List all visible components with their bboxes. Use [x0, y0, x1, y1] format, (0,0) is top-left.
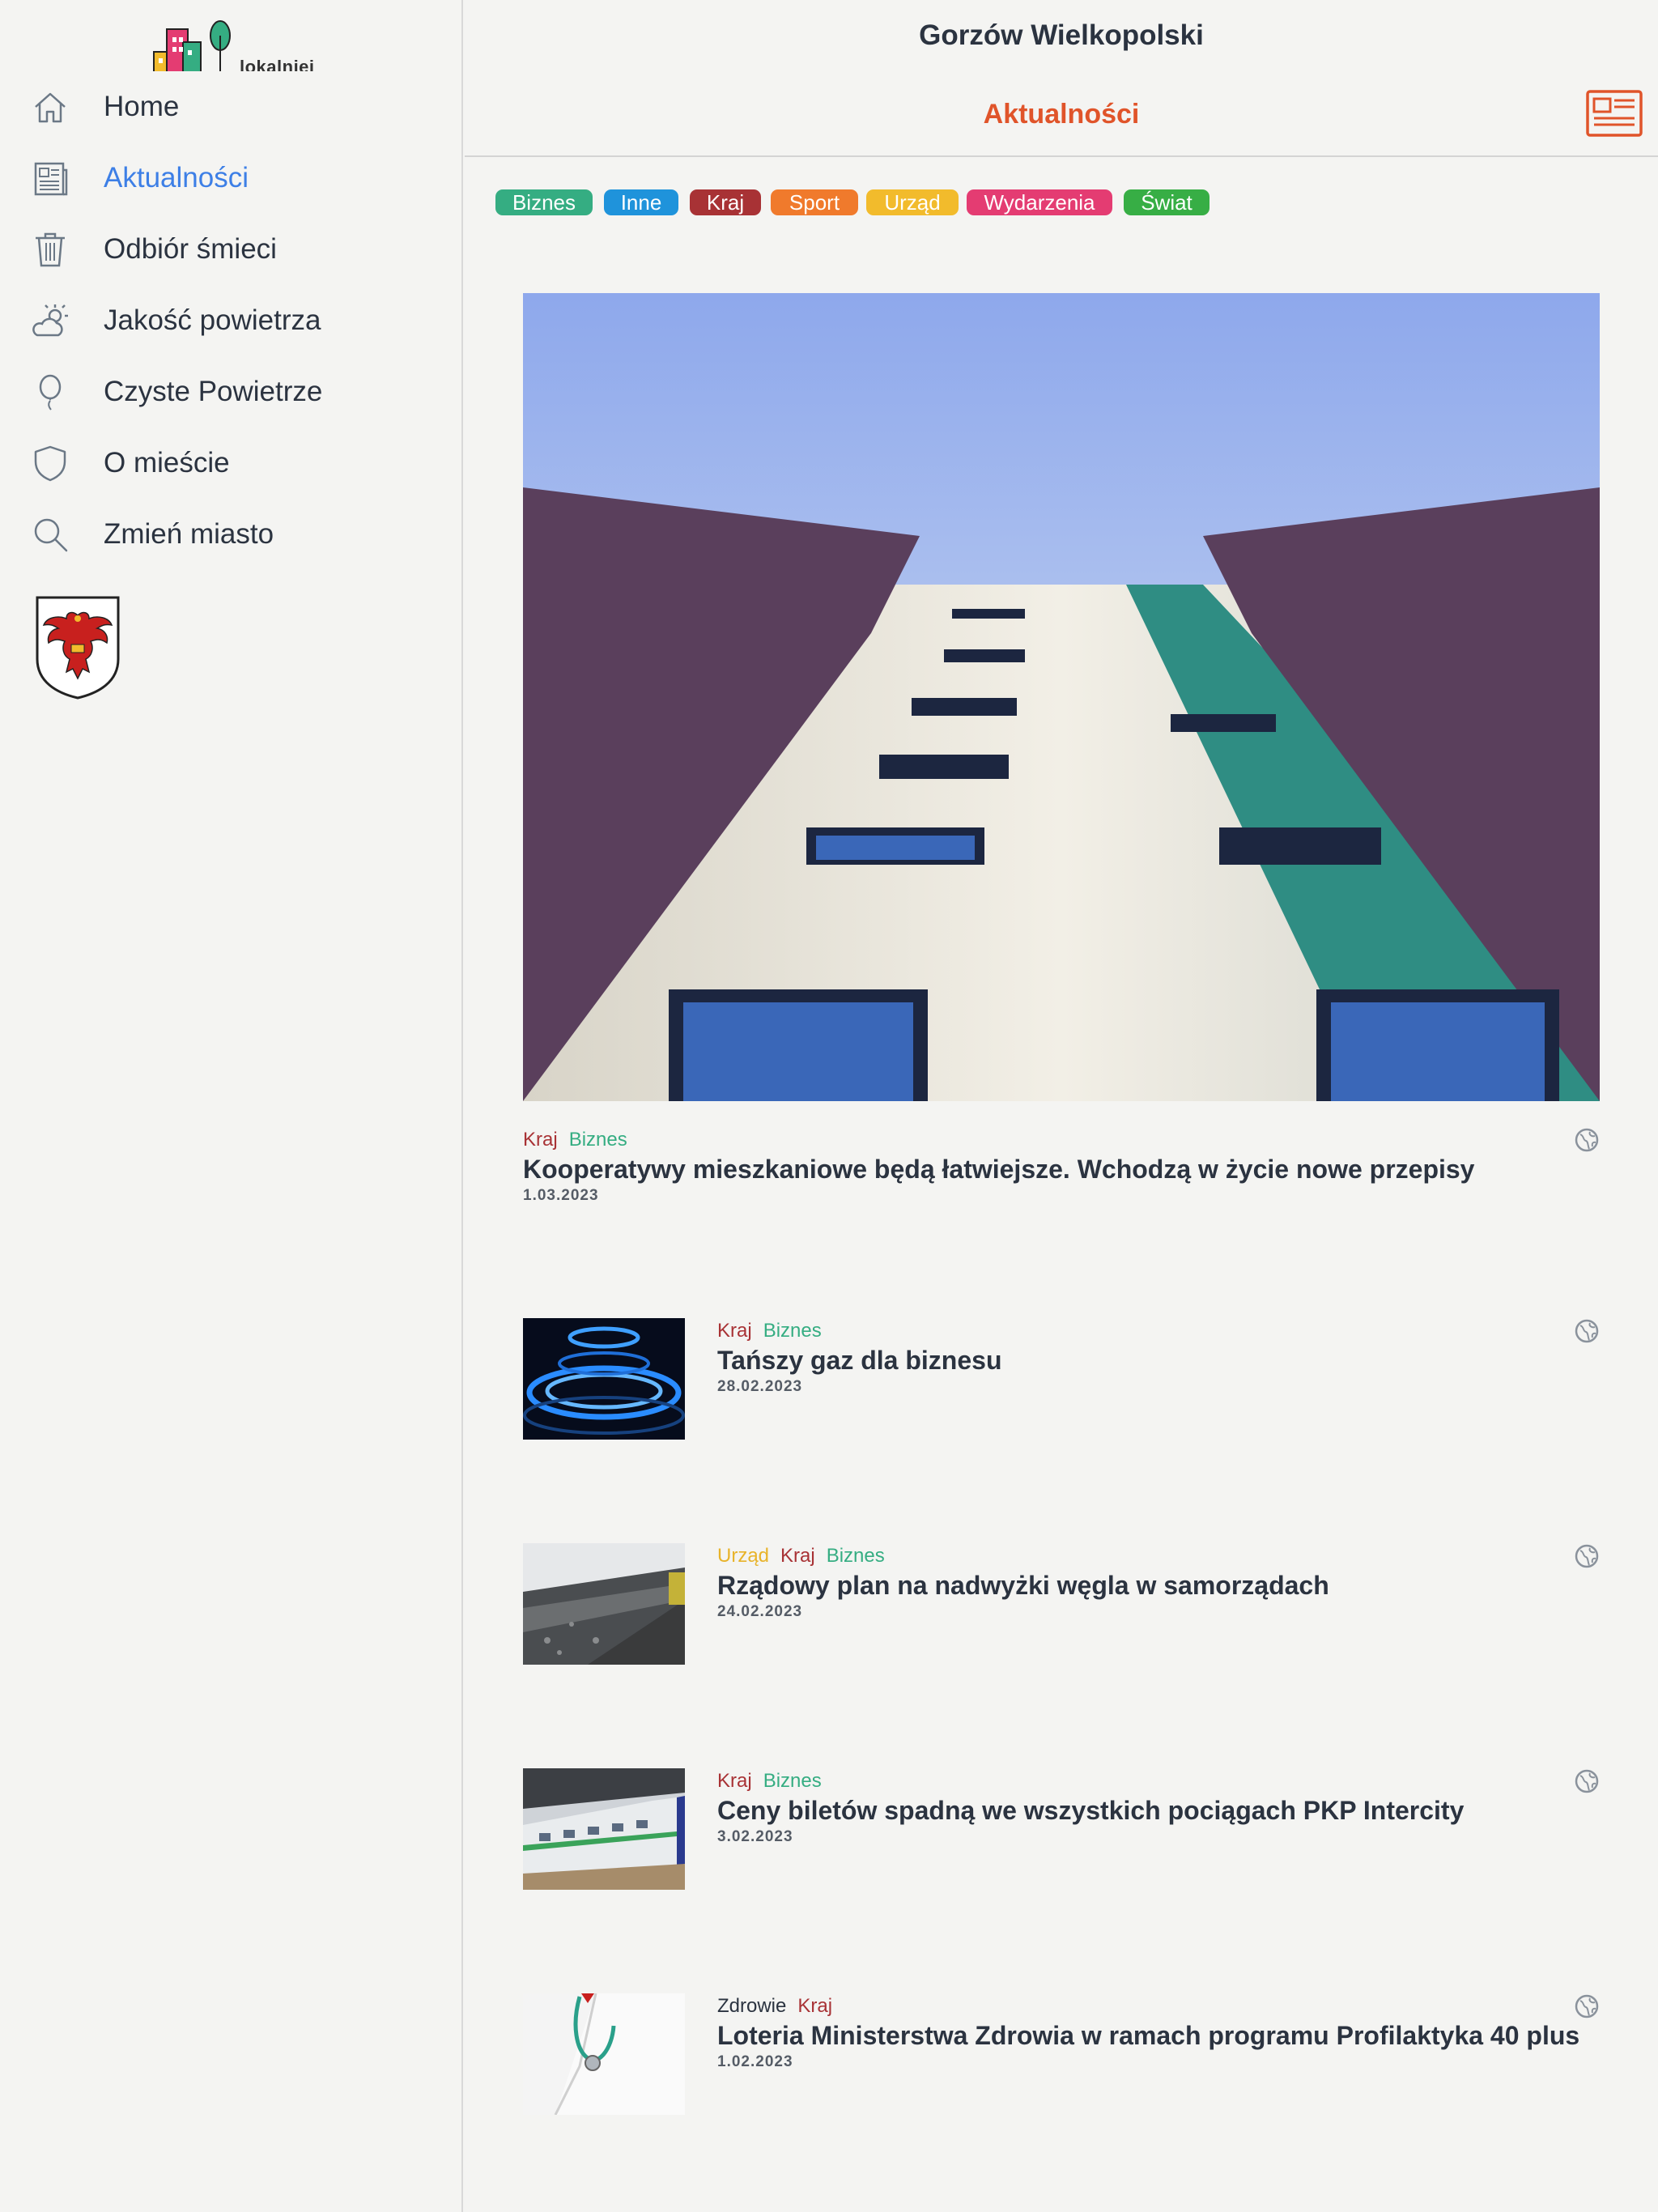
article-date: 1.03.2023 — [523, 1187, 599, 1204]
article-tags: Kraj Biznes — [717, 1320, 833, 1342]
article-title[interactable]: Kooperatywy mieszkaniowe będą łatwiejsze… — [523, 1155, 1474, 1185]
newspaper-icon[interactable] — [1585, 89, 1643, 138]
sidebar-item-aktualnosci[interactable]: Aktualności — [0, 146, 461, 211]
article-title[interactable]: Ceny biletów spadną we wszystkich pociąg… — [717, 1796, 1464, 1826]
trash-icon — [36, 232, 65, 267]
city-crest-icon — [36, 596, 120, 700]
article-tags: Urząd Kraj Biznes — [717, 1545, 896, 1568]
shield-icon — [34, 445, 66, 482]
article-tags: Zdrowie Kraj — [717, 1995, 844, 2018]
tag-kraj[interactable]: Kraj — [717, 1320, 752, 1342]
tag-kraj[interactable]: Kraj — [717, 1770, 752, 1792]
chip-inne[interactable]: Inne — [604, 189, 678, 215]
globe-icon[interactable] — [1574, 1543, 1600, 1569]
sidebar-item-o-miescie[interactable]: O mieście — [0, 431, 461, 496]
article-title[interactable]: Loteria Ministerstwa Zdrowia w ramach pr… — [717, 2021, 1579, 2051]
article-image-building — [523, 293, 1600, 1101]
sidebar-item-label: Home — [104, 91, 180, 122]
home-icon — [35, 92, 66, 123]
chip-wydarzenia[interactable]: Wydarzenia — [967, 189, 1112, 215]
sidebar-item-label: Aktualności — [104, 162, 249, 194]
article-date: 24.02.2023 — [717, 1603, 803, 1620]
globe-icon[interactable] — [1574, 1318, 1600, 1344]
sidebar-item-label: Czyste Powietrze — [104, 376, 323, 407]
tag-biznes[interactable]: Biznes — [763, 1770, 822, 1792]
article-tags: Kraj Biznes — [523, 1129, 639, 1151]
tag-biznes[interactable]: Biznes — [827, 1545, 885, 1567]
sidebar-item-label: O mieście — [104, 447, 230, 479]
article-date: 1.02.2023 — [717, 2053, 793, 2070]
tag-kraj[interactable]: Kraj — [523, 1129, 558, 1151]
top-bar: Gorzów Wielkopolski Aktualności — [465, 0, 1658, 157]
chip-kraj[interactable]: Kraj — [690, 189, 761, 215]
sidebar-item-home[interactable]: Home — [0, 74, 461, 139]
sidebar-item-jakosc-powietrza[interactable]: Jakość powietrza — [0, 288, 461, 353]
tag-biznes[interactable]: Biznes — [763, 1320, 822, 1342]
tag-kraj[interactable]: Kraj — [797, 1995, 832, 2017]
globe-icon[interactable] — [1574, 1127, 1600, 1153]
city-title: Gorzów Wielkopolski — [919, 19, 1204, 51]
chip-biznes[interactable]: Biznes — [495, 189, 593, 215]
sidebar-item-label: Odbiór śmieci — [104, 233, 277, 265]
article-tags: Kraj Biznes — [717, 1770, 833, 1793]
cloud-sun-icon — [32, 304, 68, 337]
article-image-coal-conveyor — [523, 1543, 685, 1665]
article-image-train — [523, 1768, 685, 1890]
article-title[interactable]: Tańszy gaz dla biznesu — [717, 1346, 1001, 1376]
tag-kraj[interactable]: Kraj — [780, 1545, 815, 1567]
sidebar-item-label: Jakość powietrza — [104, 304, 321, 336]
city-logo-icon — [153, 20, 231, 71]
article-date: 28.02.2023 — [717, 1378, 803, 1395]
sidebar-item-zmien-miasto[interactable]: Zmień miasto — [0, 502, 461, 567]
tag-zdrowie[interactable]: Zdrowie — [717, 1995, 786, 2017]
globe-icon[interactable] — [1574, 1993, 1600, 2019]
sidebar-item-label: Zmień miasto — [104, 518, 274, 550]
tag-biznes[interactable]: Biznes — [569, 1129, 627, 1151]
sidebar-item-czyste-powietrze[interactable]: Czyste Powietrze — [0, 359, 461, 424]
chip-swiat[interactable]: Świat — [1124, 189, 1209, 215]
chip-urzad[interactable]: Urząd — [866, 189, 959, 215]
sidebar-item-odbior-smieci[interactable]: Odbiór śmieci — [0, 217, 461, 282]
sidebar: lokalniej Home Aktualności Odbiór śmieci… — [0, 0, 463, 2212]
app-logo[interactable]: lokalniej — [151, 18, 329, 71]
page-title: Aktualności — [983, 99, 1140, 130]
tag-urzad[interactable]: Urząd — [717, 1545, 769, 1567]
article-title[interactable]: Rządowy plan na nadwyżki węgla w samorzą… — [717, 1571, 1329, 1601]
globe-icon[interactable] — [1574, 1768, 1600, 1794]
balloon-icon — [39, 374, 62, 410]
chip-sport[interactable]: Sport — [771, 189, 858, 215]
article-image-gas-burner — [523, 1318, 685, 1440]
logo-text: lokalniej — [240, 57, 315, 71]
article-date: 3.02.2023 — [717, 1828, 793, 1845]
article-image-doctor — [523, 1993, 685, 2115]
search-icon — [34, 518, 68, 552]
newspaper-icon — [34, 162, 68, 196]
